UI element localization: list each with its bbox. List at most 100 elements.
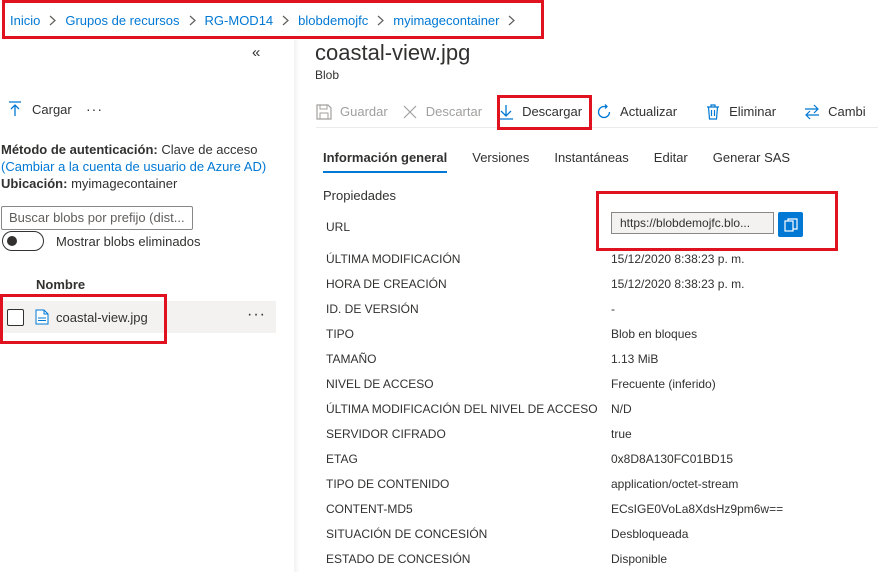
tab-versions[interactable]: Versiones bbox=[472, 150, 529, 173]
breadcrumb-home[interactable]: Inicio bbox=[10, 13, 40, 28]
property-label: TIPO DE CONTENIDO bbox=[326, 477, 450, 491]
change-tier-label: Cambi bbox=[828, 104, 866, 119]
command-bar: Guardar Descartar Descargar Actualizar E… bbox=[316, 96, 878, 128]
show-deleted-toggle[interactable] bbox=[2, 231, 44, 251]
breadcrumb-storage-account[interactable]: blobdemojfc bbox=[298, 13, 368, 28]
property-row: TIPO Blob en bloques bbox=[326, 327, 878, 347]
location-value: myimagecontainer bbox=[71, 176, 178, 191]
tab-edit[interactable]: Editar bbox=[654, 150, 688, 173]
property-label: ÚLTIMA MODIFICACIÓN bbox=[326, 252, 461, 266]
property-row: ID. DE VERSIÓN - bbox=[326, 302, 878, 322]
breadcrumb-resource-group[interactable]: RG-MOD14 bbox=[205, 13, 274, 28]
breadcrumb-container[interactable]: myimagecontainer bbox=[393, 13, 499, 28]
pane-divider bbox=[294, 40, 300, 572]
property-label: ETAG bbox=[326, 452, 358, 466]
refresh-label: Actualizar bbox=[620, 104, 678, 119]
refresh-icon bbox=[597, 103, 611, 118]
save-button[interactable]: Guardar bbox=[316, 103, 388, 120]
save-icon bbox=[316, 103, 332, 120]
tab-overview[interactable]: Información general bbox=[323, 150, 448, 173]
column-header-name[interactable]: Nombre bbox=[36, 277, 85, 292]
property-value: 15/12/2020 8:38:23 p. m. bbox=[611, 252, 745, 266]
property-value: Blob en bloques bbox=[611, 327, 698, 341]
property-value: Frecuente (inferido) bbox=[611, 377, 716, 391]
breadcrumb-resource-groups[interactable]: Grupos de recursos bbox=[65, 13, 179, 28]
properties-heading: Propiedades bbox=[323, 188, 396, 203]
switch-to-azure-ad-link[interactable]: (Cambiar a la cuenta de usuario de Azure… bbox=[1, 158, 276, 175]
property-value: 1.13 MiB bbox=[611, 352, 659, 366]
property-label: URL bbox=[326, 220, 351, 234]
row-more-button[interactable]: ··· bbox=[247, 306, 266, 324]
property-value: Disponible bbox=[611, 552, 668, 566]
blob-search-input[interactable]: Buscar blobs por prefijo (dist... bbox=[1, 206, 193, 230]
more-actions-button[interactable]: ··· bbox=[86, 101, 103, 117]
chevron-right-icon bbox=[377, 15, 385, 26]
breadcrumb: Inicio Grupos de recursos RG-MOD14 blobd… bbox=[0, 0, 524, 40]
download-button[interactable]: Descargar bbox=[498, 104, 582, 120]
refresh-button[interactable]: Actualizar bbox=[596, 103, 678, 120]
property-value: 15/12/2020 8:38:23 p. m. bbox=[611, 277, 745, 291]
trash-icon bbox=[707, 103, 720, 120]
copy-url-button[interactable] bbox=[778, 212, 803, 237]
location-label: Ubicación: bbox=[1, 176, 68, 191]
property-value: true bbox=[611, 427, 632, 441]
show-deleted-label: Mostrar blobs eliminados bbox=[56, 233, 201, 249]
property-row: CONTENT-MD5 ECsIGE0VoLa8XdsHz9pm6w== bbox=[326, 502, 878, 522]
chevron-right-icon bbox=[189, 15, 196, 26]
property-row: SITUACIÓN DE CONCESIÓN Desbloqueada bbox=[326, 527, 878, 547]
property-value: - bbox=[611, 302, 615, 316]
property-row: SERVIDOR CIFRADO true bbox=[326, 427, 878, 447]
property-row: HORA DE CREACIÓN 15/12/2020 8:38:23 p. m. bbox=[326, 277, 878, 297]
row-checkbox[interactable] bbox=[7, 308, 24, 326]
property-value: application/octet-stream bbox=[611, 477, 739, 491]
change-tier-button[interactable]: Cambi bbox=[804, 104, 866, 120]
file-name[interactable]: coastal-view.jpg bbox=[56, 310, 148, 325]
property-row: ETAG 0x8D8A130FC01BD15 bbox=[326, 452, 878, 472]
discard-x-icon bbox=[403, 105, 417, 118]
show-deleted-row: Mostrar blobs eliminados bbox=[2, 231, 201, 251]
auth-info: Método de autenticación: Clave de acceso… bbox=[1, 141, 276, 192]
property-value: 0x8D8A130FC01BD15 bbox=[611, 452, 734, 466]
page-title: coastal-view.jpg bbox=[315, 40, 471, 65]
property-label: CONTENT-MD5 bbox=[326, 502, 413, 516]
property-label: TAMAÑO bbox=[326, 352, 377, 366]
discard-button[interactable]: Descartar bbox=[402, 104, 482, 120]
download-label: Descargar bbox=[522, 104, 583, 119]
property-label: HORA DE CREACIÓN bbox=[326, 277, 447, 291]
property-value: ECsIGE0VoLa8XdsHz9pm6w== bbox=[611, 502, 784, 516]
delete-button[interactable]: Eliminar bbox=[705, 103, 777, 120]
copy-icon bbox=[783, 217, 798, 232]
upload-label: Cargar bbox=[32, 101, 72, 117]
collapse-pane-button[interactable]: « bbox=[252, 44, 260, 61]
discard-label: Descartar bbox=[425, 104, 483, 119]
swap-icon bbox=[805, 104, 820, 119]
list-item[interactable]: coastal-view.jpg ··· bbox=[0, 301, 276, 333]
property-value: N/D bbox=[611, 402, 632, 416]
property-row: ESTADO DE CONCESIÓN Disponible bbox=[326, 552, 878, 572]
auth-method-value: Clave de acceso bbox=[161, 142, 258, 157]
property-row: ÚLTIMA MODIFICACIÓN 15/12/2020 8:38:23 p.… bbox=[326, 252, 878, 272]
property-label: SITUACIÓN DE CONCESIÓN bbox=[326, 527, 488, 541]
tab-snapshots[interactable]: Instantáneas bbox=[554, 150, 628, 173]
container-pane: « Cargar ··· Método de autenticación: Cl… bbox=[0, 40, 276, 572]
page-subtitle: Blob bbox=[315, 68, 340, 82]
chevron-right-icon bbox=[49, 15, 57, 26]
tab-generate-sas[interactable]: Generar SAS bbox=[713, 150, 790, 173]
download-icon bbox=[499, 104, 514, 120]
tab-bar: Información general Versiones Instantáne… bbox=[323, 150, 815, 173]
file-icon bbox=[35, 309, 49, 325]
property-value: Desbloqueada bbox=[611, 527, 689, 541]
chevron-right-icon bbox=[282, 15, 290, 26]
auth-method-label: Método de autenticación: bbox=[1, 142, 158, 157]
chevron-right-icon bbox=[508, 15, 516, 26]
property-row: NIVEL DE ACCESO Frecuente (inferido) bbox=[326, 377, 878, 397]
url-field[interactable]: https://blobdemojfc.blo... bbox=[611, 212, 774, 234]
property-row: TAMAÑO 1.13 MiB bbox=[326, 352, 878, 372]
upload-button[interactable]: Cargar bbox=[8, 101, 72, 117]
property-label: TIPO bbox=[326, 327, 355, 341]
property-row: ÚLTIMA MODIFICACIÓN DEL NIVEL DE ACCESO N… bbox=[326, 402, 878, 422]
delete-label: Eliminar bbox=[729, 104, 777, 119]
upload-arrow-icon bbox=[9, 101, 21, 116]
save-label: Guardar bbox=[340, 104, 388, 119]
property-label: SERVIDOR CIFRADO bbox=[326, 427, 446, 441]
